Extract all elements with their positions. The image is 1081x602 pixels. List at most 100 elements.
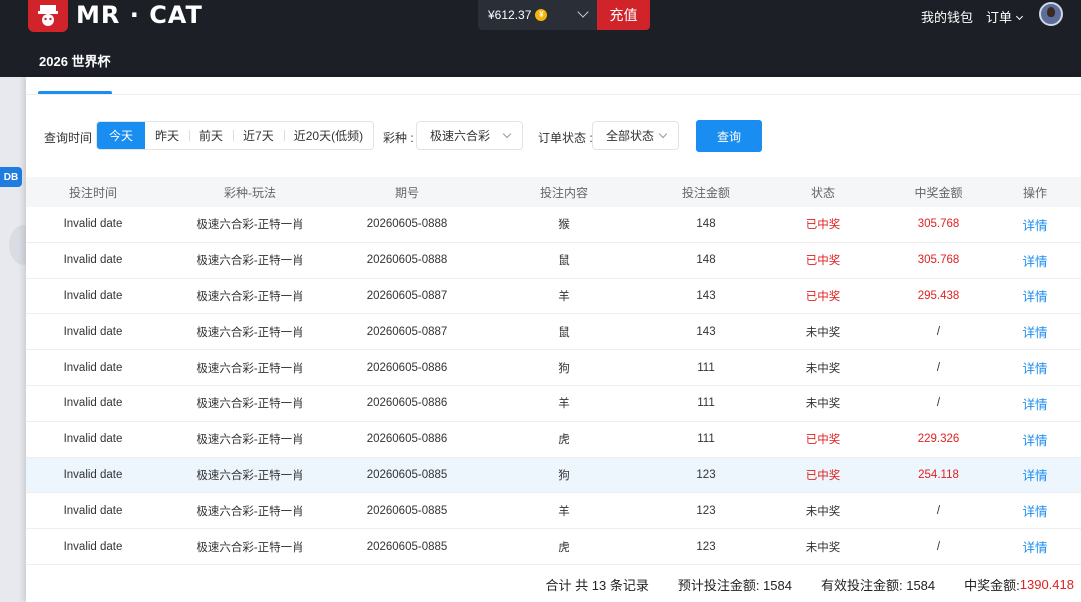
bet-time: Invalid date xyxy=(63,540,123,553)
win-amount: / xyxy=(936,540,941,553)
lottery-play: 极速六合彩-正特一肖 xyxy=(196,541,304,554)
active-tab-indicator xyxy=(38,91,112,94)
bet-content: 猴 xyxy=(558,219,570,232)
win-amount: / xyxy=(936,325,941,338)
issue-number: 20260605-0885 xyxy=(366,504,448,517)
world-cup-nav[interactable]: 2026 世界杯 xyxy=(39,51,111,70)
lottery-select[interactable]: 极速六合彩 xyxy=(416,121,523,150)
issue-number: 20260605-0886 xyxy=(366,433,448,446)
bet-content: 鼠 xyxy=(558,326,570,339)
win-amount: 229.326 xyxy=(917,433,960,446)
lottery-play: 极速六合彩-正特一肖 xyxy=(196,505,304,518)
order-status: 未中奖 xyxy=(805,362,841,375)
db-badge[interactable]: DB xyxy=(0,167,22,187)
order-status: 未中奖 xyxy=(805,541,841,554)
lottery-play: 极速六合彩-正特一肖 xyxy=(196,398,304,411)
bet-amount: 111 xyxy=(697,433,715,446)
details-link[interactable]: 详情 xyxy=(989,251,1081,270)
order-status: 未中奖 xyxy=(805,326,841,339)
table-row: Invalid date 极速六合彩-正特一肖 20260605-0885 狗 123 已… xyxy=(26,457,1081,494)
brand-name: MR · CAT xyxy=(76,1,203,29)
order-status: 未中奖 xyxy=(805,398,841,411)
win-amount: 254.118 xyxy=(918,468,959,481)
time-option-today[interactable]: 今天 xyxy=(97,122,146,149)
time-option-7days[interactable]: 近7天 xyxy=(233,122,284,149)
lottery-filter-label: 彩种 : xyxy=(383,131,414,145)
time-option-day-before[interactable]: 前天 xyxy=(189,122,233,149)
bet-records-panel: 查询时间 : 今天 昨天 前天 近7天 近20天(低频) 彩种 : 极速六合彩 … xyxy=(26,77,1081,602)
details-link[interactable]: 详情 xyxy=(989,358,1081,377)
details-link[interactable]: 详情 xyxy=(989,286,1081,305)
avatar[interactable] xyxy=(1039,2,1063,26)
bet-time: Invalid date xyxy=(63,325,123,338)
expected-bet-total: 预计投注金额: 1584 xyxy=(677,577,792,593)
query-button[interactable]: 查询 xyxy=(696,120,762,152)
orders-menu[interactable]: 订单 xyxy=(986,7,1024,26)
column-header: 期号 xyxy=(394,185,419,200)
bet-time: Invalid date xyxy=(63,433,123,446)
bet-amount: 143 xyxy=(696,325,716,338)
bet-time: Invalid date xyxy=(63,218,123,231)
background-page: DB xyxy=(0,77,39,602)
chevron-down-icon xyxy=(577,6,589,18)
issue-number: 20260605-0885 xyxy=(366,468,448,481)
issue-number: 20260605-0886 xyxy=(366,397,448,410)
column-header: 彩种-玩法 xyxy=(224,185,276,200)
valid-bet-total: 有效投注金额: 1584 xyxy=(820,577,936,593)
bet-time: Invalid date xyxy=(63,254,123,267)
recharge-button[interactable]: 充值 xyxy=(597,0,650,30)
details-link[interactable]: 详情 xyxy=(989,501,1081,520)
win-total-label: 中奖金额: xyxy=(964,577,1020,593)
bet-amount: 111 xyxy=(697,361,715,374)
order-status: 已中奖 xyxy=(805,219,841,232)
column-header: 投注内容 xyxy=(539,185,588,200)
record-count: 合计 共 13 条记录 xyxy=(545,577,649,593)
bet-amount: 123 xyxy=(696,468,716,481)
cat-logo-icon xyxy=(38,5,58,26)
column-header: 投注金额 xyxy=(681,185,730,200)
win-amount: / xyxy=(936,504,941,517)
issue-number: 20260605-0888 xyxy=(366,254,448,267)
bet-content: 狗 xyxy=(558,469,570,482)
record-tabs xyxy=(26,77,1081,95)
bet-time: Invalid date xyxy=(63,397,123,410)
table-row: Invalid date 极速六合彩-正特一肖 20260605-0886 羊 111 未… xyxy=(26,385,1081,422)
order-status: 已中奖 xyxy=(805,290,841,303)
bet-records-table: 投注时间 彩种-玩法 期号 投注内容 投注金额 状态 中奖金额 操作 Inval… xyxy=(26,177,1081,565)
status-filter-label: 订单状态 : xyxy=(538,131,593,145)
column-header: 状态 xyxy=(810,185,835,200)
balance-dropdown[interactable]: ¥612.37 ¥ xyxy=(478,0,597,30)
details-link[interactable]: 详情 xyxy=(989,537,1081,556)
lottery-play: 极速六合彩-正特一肖 xyxy=(196,326,304,339)
logo[interactable] xyxy=(28,0,68,32)
table-row: Invalid date 极速六合彩-正特一肖 20260605-0887 鼠 143 未… xyxy=(26,314,1081,351)
win-amount: 305.768 xyxy=(917,218,960,231)
table-row: Invalid date 极速六合彩-正特一肖 20260605-0885 羊 123 未… xyxy=(26,493,1081,530)
status-select[interactable]: 全部状态 xyxy=(592,121,679,150)
details-link[interactable]: 详情 xyxy=(989,322,1081,341)
bet-amount: 143 xyxy=(696,289,716,302)
details-link[interactable]: 详情 xyxy=(989,394,1081,413)
details-link[interactable]: 详情 xyxy=(989,465,1081,484)
bet-amount: 148 xyxy=(696,218,716,231)
table-header: 投注时间 彩种-玩法 期号 投注内容 投注金额 状态 中奖金额 操作 xyxy=(26,177,1081,207)
time-option-20days[interactable]: 近20天(低频) xyxy=(283,122,373,149)
time-option-yesterday[interactable]: 昨天 xyxy=(145,122,189,149)
order-status: 已中奖 xyxy=(805,255,841,268)
my-wallet-link[interactable]: 我的钱包 xyxy=(921,7,973,26)
details-link[interactable]: 详情 xyxy=(989,215,1081,234)
order-status: 未中奖 xyxy=(805,505,841,518)
balance-amount: ¥612.37 xyxy=(488,8,532,22)
table-row: Invalid date 极速六合彩-正特一肖 20260605-0888 猴 148 已… xyxy=(26,207,1081,243)
coin-icon: ¥ xyxy=(535,9,548,21)
bet-content: 羊 xyxy=(558,290,570,303)
issue-number: 20260605-0886 xyxy=(366,361,448,374)
table-row: Invalid date 极速六合彩-正特一肖 20260605-0886 狗 111 未… xyxy=(26,350,1081,386)
issue-number: 20260605-0885 xyxy=(366,540,448,553)
bet-content: 羊 xyxy=(558,398,570,411)
time-filter-label: 查询时间 : xyxy=(44,131,99,145)
bet-amount: 111 xyxy=(697,397,715,410)
details-link[interactable]: 详情 xyxy=(989,430,1081,449)
bet-amount: 123 xyxy=(696,504,716,517)
lottery-play: 极速六合彩-正特一肖 xyxy=(196,219,304,232)
